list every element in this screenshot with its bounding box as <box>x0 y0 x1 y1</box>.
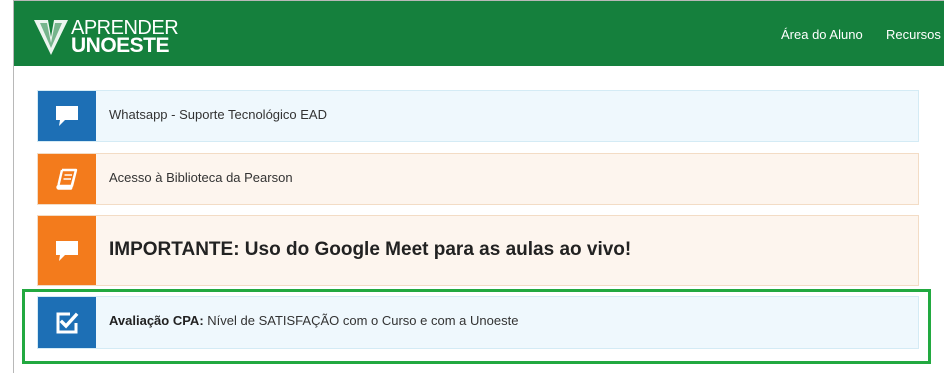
checkbox-icon <box>38 297 96 348</box>
site-header: APRENDER UNOESTE Área do Aluno Recursos … <box>14 1 944 66</box>
nav-area-do-aluno[interactable]: Área do Aluno <box>781 27 863 42</box>
notice-body: Nível de SATISFAÇÃO com o Curso e com a … <box>203 313 519 328</box>
notice-cpa-evaluation[interactable]: Avaliação CPA: Nível de SATISFAÇÃO com o… <box>37 296 919 349</box>
notice-text: Whatsapp - Suporte Tecnológico EAD <box>109 107 327 122</box>
logo-shield-icon <box>34 20 68 55</box>
notice-text: IMPORTANTE: Uso do Google Meet para as a… <box>109 239 632 260</box>
chat-bubble-icon <box>38 216 96 285</box>
notice-whatsapp-support[interactable]: Whatsapp - Suporte Tecnológico EAD <box>37 90 919 142</box>
notice-text: Acesso à Biblioteca da Pearson <box>109 170 293 185</box>
site-logo[interactable]: APRENDER UNOESTE <box>33 15 179 59</box>
logo-line2: UNOESTE <box>71 34 170 57</box>
notice-pearson-library[interactable]: Acesso à Biblioteca da Pearson <box>37 153 919 205</box>
logo-wordmark: APRENDER UNOESTE <box>71 18 179 57</box>
chat-bubble-icon <box>38 91 96 141</box>
notice-google-meet-important[interactable]: IMPORTANTE: Uso do Google Meet para as a… <box>37 215 919 286</box>
nav-recursos[interactable]: Recursos Gl <box>886 27 944 42</box>
notice-text: Avaliação CPA: Nível de SATISFAÇÃO com o… <box>109 313 518 328</box>
book-icon <box>38 154 96 204</box>
notice-bold-prefix: Avaliação CPA: <box>109 313 204 328</box>
